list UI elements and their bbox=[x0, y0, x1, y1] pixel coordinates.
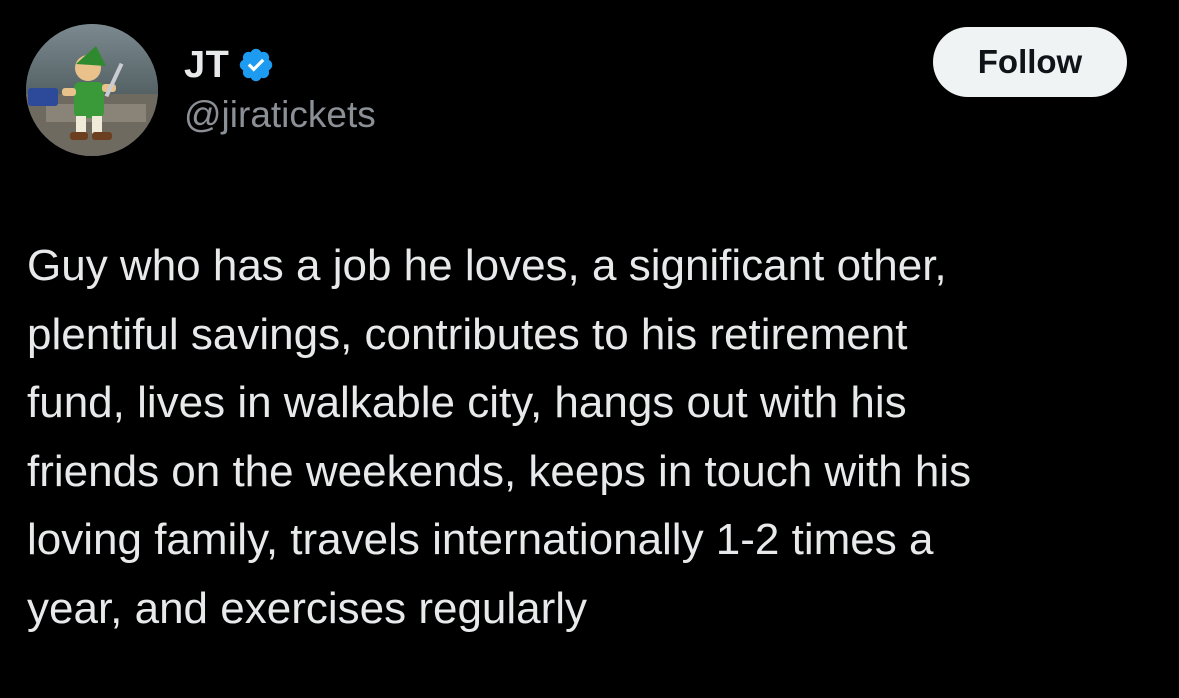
display-name[interactable]: JT bbox=[184, 44, 229, 87]
tweet-text: Guy who has a job he loves, a significan… bbox=[27, 241, 972, 633]
avatar[interactable] bbox=[26, 24, 158, 156]
tweet-card: JT @jiratickets Follow Guy who has a job… bbox=[0, 0, 1179, 698]
follow-button[interactable]: Follow bbox=[933, 27, 1127, 97]
verified-badge-icon bbox=[237, 46, 275, 84]
author-handle[interactable]: @jiratickets bbox=[184, 94, 376, 136]
avatar-image bbox=[26, 24, 158, 156]
author-name-row: JT bbox=[184, 40, 275, 90]
